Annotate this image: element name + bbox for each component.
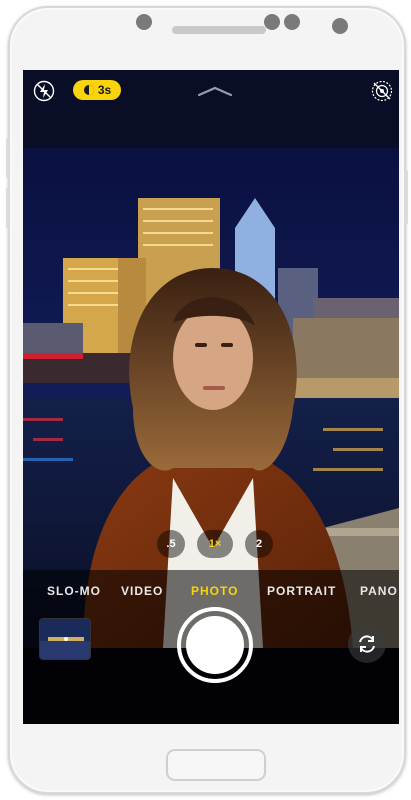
camera-flip-icon — [359, 635, 375, 653]
live-photo-timer-pill[interactable]: 3s — [73, 80, 121, 100]
sensor-dot — [284, 14, 300, 30]
mode-portrait[interactable]: PORTRAIT — [267, 584, 336, 598]
zoom-label: 1× — [208, 538, 222, 550]
switch-camera-button[interactable] — [348, 625, 386, 663]
zoom-2x-button[interactable]: 2 — [245, 530, 273, 558]
mode-video[interactable]: VIDEO — [121, 584, 163, 598]
live-photo-off-icon[interactable] — [371, 80, 393, 102]
mode-photo[interactable]: PHOTO — [191, 584, 238, 598]
camera-screen: 3s .5 1× 2 SLO-MO VIDEO PHOTO PORTRAIT P… — [23, 70, 399, 724]
timer-icon — [83, 85, 94, 95]
chevron-up-icon[interactable] — [197, 84, 233, 98]
sensor-dot — [136, 14, 152, 30]
power-button[interactable] — [405, 170, 408, 224]
front-camera — [332, 18, 348, 34]
zoom-label: 2 — [255, 538, 263, 550]
shutter-button[interactable] — [177, 607, 253, 683]
timer-label: 3s — [97, 83, 112, 97]
volume-button[interactable] — [6, 138, 9, 178]
mode-pano[interactable]: PANO — [360, 584, 398, 598]
camera-top-bar: 3s — [23, 70, 399, 148]
sensor-dot — [264, 14, 280, 30]
home-button[interactable] — [166, 749, 266, 781]
earpiece-speaker — [172, 26, 266, 34]
zoom-0-5-button[interactable]: .5 — [157, 530, 185, 558]
zoom-label: .5 — [166, 538, 176, 550]
volume-button[interactable] — [6, 188, 9, 228]
mode-slo-mo[interactable]: SLO-MO — [47, 584, 101, 598]
last-photo-thumbnail[interactable] — [39, 618, 91, 660]
flash-off-icon[interactable] — [33, 80, 55, 102]
zoom-1x-button[interactable]: 1× — [197, 530, 233, 558]
shutter-inner — [186, 616, 244, 674]
